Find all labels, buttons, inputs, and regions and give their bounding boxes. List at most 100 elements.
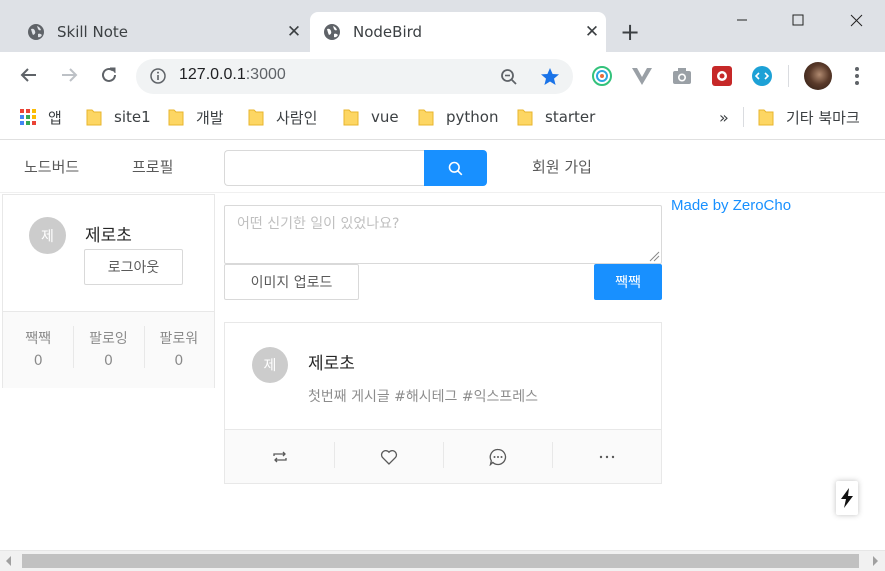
retweet-button[interactable] bbox=[225, 430, 334, 483]
url-port: :3000 bbox=[245, 66, 286, 83]
stat-value: 0 bbox=[174, 353, 184, 369]
minimize-icon[interactable] bbox=[722, 6, 762, 34]
forward-arrow-icon[interactable] bbox=[56, 62, 82, 88]
comment-button[interactable] bbox=[443, 430, 552, 483]
info-icon[interactable] bbox=[150, 68, 166, 84]
apps-grid-icon bbox=[20, 109, 36, 125]
tab-title: Skill Note bbox=[57, 23, 128, 41]
bookmarks-divider bbox=[743, 107, 744, 127]
scroll-left-arrow-icon[interactable] bbox=[6, 556, 11, 566]
extension-vue-icon[interactable] bbox=[631, 65, 653, 87]
scroll-right-arrow-icon[interactable] bbox=[873, 556, 878, 566]
url-host: 127.0.0.1 bbox=[179, 66, 246, 83]
url-text: 127.0.0.1:3000 bbox=[179, 66, 286, 84]
globe-icon bbox=[324, 24, 340, 40]
address-bar[interactable]: 127.0.0.1:3000 bbox=[136, 59, 573, 94]
tab-nodebird[interactable]: NodeBird ✕ bbox=[310, 12, 606, 52]
globe-icon bbox=[28, 24, 44, 40]
user-profile-card: 제 제로초 로그아웃 짹짹 0 팔로잉 0 팔로워 0 bbox=[2, 194, 215, 388]
extension-code-icon[interactable] bbox=[751, 65, 773, 87]
bookmark-label: vue bbox=[371, 108, 399, 126]
kebab-menu-icon[interactable] bbox=[851, 66, 863, 86]
search-icon bbox=[448, 161, 463, 175]
menu-item-signup[interactable]: 회원 가입 bbox=[532, 156, 592, 177]
bookmark-dev[interactable]: 개발 bbox=[168, 106, 224, 128]
search-input[interactable] bbox=[224, 150, 425, 186]
bookmark-saramin[interactable]: 사람인 bbox=[248, 106, 317, 128]
tab-strip: Skill Note ✕ NodeBird ✕ + bbox=[0, 0, 885, 52]
stat-following: 팔로잉 0 bbox=[73, 312, 143, 388]
folder-icon bbox=[86, 109, 102, 125]
stat-followers: 팔로워 0 bbox=[143, 312, 214, 388]
extension-camera-icon[interactable] bbox=[671, 65, 693, 87]
bookmark-starter[interactable]: starter bbox=[517, 106, 595, 128]
tab-close-icon[interactable]: ✕ bbox=[578, 22, 606, 42]
bookmark-label: 앱 bbox=[48, 108, 62, 127]
ellipsis-icon bbox=[599, 455, 614, 458]
scrollbar-thumb[interactable] bbox=[22, 554, 859, 568]
more-button[interactable] bbox=[552, 430, 661, 483]
horizontal-scrollbar[interactable] bbox=[0, 550, 885, 571]
post-card: 제 제로초 첫번째 게시글 #해시테그 #익스프레스 bbox=[224, 322, 662, 484]
lightning-icon bbox=[841, 488, 853, 508]
stat-value: 0 bbox=[33, 353, 43, 369]
back-arrow-icon[interactable] bbox=[16, 62, 42, 88]
close-window-icon[interactable] bbox=[836, 6, 876, 34]
bookmark-vue[interactable]: vue bbox=[343, 106, 399, 128]
zoom-icon[interactable] bbox=[500, 68, 518, 86]
bookmarks-overflow-button[interactable]: » bbox=[719, 106, 729, 128]
tab-skill-note[interactable]: Skill Note ✕ bbox=[14, 12, 308, 52]
folder-icon bbox=[343, 109, 359, 125]
comment-icon bbox=[489, 448, 506, 466]
resize-grip-icon[interactable] bbox=[648, 250, 660, 262]
bookmark-label: python bbox=[446, 108, 499, 126]
bookmark-other[interactable]: 기타 북마크 bbox=[758, 106, 860, 128]
bookmark-site1[interactable]: site1 bbox=[86, 106, 151, 128]
stat-label: 팔로워 bbox=[159, 331, 199, 347]
search-button[interactable] bbox=[424, 150, 487, 186]
image-upload-button[interactable]: 이미지 업로드 bbox=[224, 264, 359, 300]
made-by-link[interactable]: Made by ZeroCho bbox=[671, 197, 791, 214]
stat-label: 짹짹 bbox=[25, 331, 52, 347]
user-stats: 짹짹 0 팔로잉 0 팔로워 0 bbox=[3, 311, 214, 388]
menu-item-profile[interactable]: 프로필 bbox=[132, 156, 173, 177]
user-name: 제로초 bbox=[85, 226, 132, 246]
stat-tweets: 짹짹 0 bbox=[3, 312, 73, 388]
bookmark-star-icon[interactable] bbox=[540, 67, 560, 87]
bookmarks-bar: 앱 site1 개발 사람인 vue python starter » 기타 북… bbox=[0, 100, 885, 136]
browser-toolbar: 127.0.0.1:3000 bbox=[0, 52, 885, 100]
profile-avatar-icon[interactable] bbox=[804, 62, 832, 90]
new-tab-button[interactable]: + bbox=[620, 18, 640, 46]
post-actions bbox=[225, 429, 661, 483]
post-submit-button[interactable]: 짹짹 bbox=[594, 264, 662, 300]
extension-bug-icon[interactable] bbox=[711, 65, 733, 87]
bookmark-label: 개발 bbox=[196, 108, 224, 127]
folder-icon bbox=[517, 109, 533, 125]
lightning-button[interactable] bbox=[836, 481, 858, 515]
top-menu: 노드버드 프로필 회원 가입 bbox=[0, 140, 885, 193]
bookmark-label: site1 bbox=[114, 108, 151, 126]
retweet-icon bbox=[272, 451, 287, 462]
bookmark-label: 기타 북마크 bbox=[786, 108, 860, 127]
bookmark-apps[interactable]: 앱 bbox=[20, 106, 62, 128]
avatar: 제 bbox=[29, 217, 66, 254]
bookmark-label: 사람인 bbox=[276, 108, 318, 127]
menu-item-home[interactable]: 노드버드 bbox=[24, 156, 79, 177]
post-textarea[interactable] bbox=[224, 205, 662, 264]
post-author: 제로초 bbox=[308, 354, 355, 374]
like-button[interactable] bbox=[334, 430, 443, 483]
toolbar-divider bbox=[788, 65, 789, 87]
bookmark-python[interactable]: python bbox=[418, 106, 498, 128]
tab-close-icon[interactable]: ✕ bbox=[280, 22, 308, 42]
extension-radar-icon[interactable] bbox=[591, 65, 613, 87]
folder-icon bbox=[248, 109, 264, 125]
maximize-icon[interactable] bbox=[778, 6, 818, 34]
stat-value: 0 bbox=[104, 353, 113, 369]
folder-icon bbox=[168, 109, 184, 125]
reload-icon[interactable] bbox=[96, 62, 122, 88]
heart-icon bbox=[380, 449, 397, 465]
avatar: 제 bbox=[252, 347, 288, 383]
page-content: 노드버드 프로필 회원 가입 제 제로초 로그아웃 짹짹 0 팔로잉 0 팔로워… bbox=[0, 140, 885, 550]
logout-button[interactable]: 로그아웃 bbox=[84, 249, 183, 285]
post-content: 첫번째 게시글 #해시테그 #익스프레스 bbox=[308, 389, 539, 405]
